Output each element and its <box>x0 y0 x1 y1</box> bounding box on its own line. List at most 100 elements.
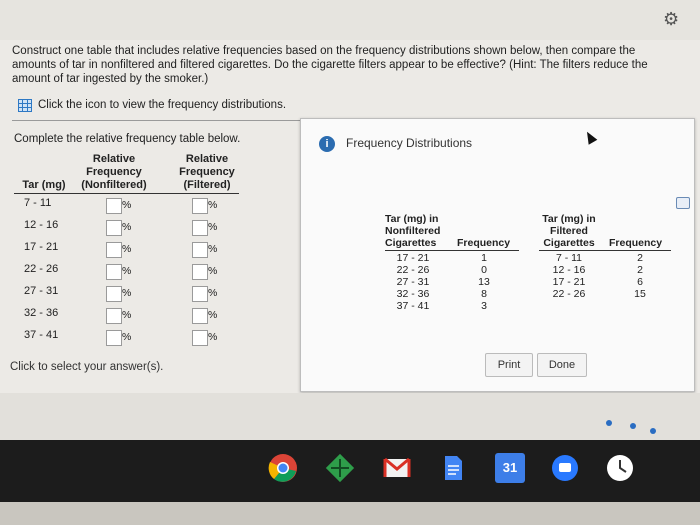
filtered-input[interactable] <box>192 286 208 302</box>
percent-sign: % <box>122 309 132 321</box>
dialog-title: Frequency Distributions <box>346 136 473 150</box>
nonfiltered-frequency: 0 <box>481 264 487 276</box>
filtered-input[interactable] <box>192 242 208 258</box>
percent-sign: % <box>122 287 132 299</box>
page-bottom-area <box>0 393 700 440</box>
clock-icon[interactable] <box>605 453 635 483</box>
nonfiltered-frequency: 3 <box>481 300 487 312</box>
table-instruction: Complete the relative frequency table be… <box>14 133 241 145</box>
view-distributions-link[interactable]: Click the icon to view the frequency dis… <box>18 98 286 112</box>
percent-sign: % <box>208 287 218 299</box>
filtered-freq-header: Frequency <box>609 237 663 249</box>
filtered-class: 12 - 16 <box>552 264 586 276</box>
nonfiltered-header-line3: (Nonfiltered) <box>81 179 147 191</box>
docs-icon[interactable] <box>438 453 468 483</box>
view-distributions-text[interactable]: Click the icon to view the frequency dis… <box>38 99 286 111</box>
filtered-class: 22 - 26 <box>552 288 586 300</box>
nonfiltered-input[interactable] <box>106 308 122 324</box>
nonfiltered-freq-header: Frequency <box>457 237 511 249</box>
percent-sign: % <box>208 243 218 255</box>
filtered-col-header-2: Filtered <box>550 225 588 237</box>
filtered-input[interactable] <box>192 264 208 280</box>
filtered-rule <box>539 250 671 251</box>
question-text: Construct one table that includes relati… <box>12 45 648 85</box>
nonfiltered-header-line1: Relative <box>92 153 136 165</box>
filtered-frequency: 2 <box>637 264 643 276</box>
header-rule <box>14 193 239 194</box>
filtered-col-header-3: Cigarettes <box>543 237 595 249</box>
tar-class: 32 - 36 <box>24 307 59 319</box>
divider <box>12 120 300 121</box>
filtered-header-line1: Relative <box>185 153 229 165</box>
tar-class: 12 - 16 <box>24 219 59 231</box>
nonfiltered-input[interactable] <box>106 264 122 280</box>
percent-sign: % <box>208 265 218 277</box>
tar-header: Tar (mg) <box>22 179 66 191</box>
screen-bezel <box>0 502 700 525</box>
nonfiltered-frequency: 13 <box>478 276 490 288</box>
nonfiltered-col-header-2: Nonfiltered <box>385 225 441 237</box>
nonfiltered-input[interactable] <box>106 198 122 214</box>
info-icon: i <box>319 136 335 152</box>
game-icon[interactable] <box>325 453 355 483</box>
gmail-icon[interactable] <box>382 453 412 483</box>
filtered-input[interactable] <box>192 198 208 214</box>
select-answer-hint: Click to select your answer(s). <box>10 361 164 373</box>
filtered-frequency: 2 <box>637 252 643 264</box>
chat-icon[interactable] <box>550 453 580 483</box>
tar-class: 17 - 21 <box>24 241 59 253</box>
table-row: 7 - 11 % % <box>14 197 254 215</box>
nonfiltered-frequency: 8 <box>481 288 487 300</box>
table-row: 32 - 36 % % <box>14 307 254 325</box>
grid-table-icon[interactable] <box>18 98 32 112</box>
gear-icon[interactable]: ⚙ <box>663 10 681 28</box>
tar-class: 22 - 26 <box>24 263 59 275</box>
nonfiltered-input[interactable] <box>106 242 122 258</box>
tar-class: 27 - 31 <box>24 285 59 297</box>
filtered-input[interactable] <box>192 220 208 236</box>
nonfiltered-class: 22 - 26 <box>396 264 430 276</box>
app-screen: ⚙ Construct one table that includes rela… <box>0 0 700 440</box>
percent-sign: % <box>122 243 132 255</box>
percent-sign: % <box>208 199 218 211</box>
nonfiltered-input[interactable] <box>106 330 122 346</box>
percent-sign: % <box>208 309 218 321</box>
table-row: 12 - 16 % % <box>14 219 254 237</box>
nonfiltered-frequency: 1 <box>481 252 487 264</box>
nonfiltered-input[interactable] <box>106 286 122 302</box>
percent-sign: % <box>208 221 218 233</box>
table-row: 37 - 41 % % <box>14 329 254 347</box>
table-row: 17 - 21 % % <box>14 241 254 259</box>
filtered-header-line3: (Filtered) <box>183 179 231 191</box>
nonfiltered-class: 37 - 41 <box>396 300 430 312</box>
nonfiltered-input[interactable] <box>106 220 122 236</box>
filtered-frequency: 15 <box>634 288 646 300</box>
table-row: 22 - 26 % % <box>14 263 254 281</box>
tar-class: 37 - 41 <box>24 329 59 341</box>
percent-sign: % <box>122 199 132 211</box>
nonfiltered-rule <box>385 250 519 251</box>
calendar-icon[interactable]: 31 <box>495 453 525 483</box>
filtered-header-line2: Frequency <box>179 166 235 178</box>
filtered-input[interactable] <box>192 308 208 324</box>
filtered-frequency: 6 <box>637 276 643 288</box>
filtered-input[interactable] <box>192 330 208 346</box>
top-bar <box>0 0 700 40</box>
maximize-icon[interactable] <box>676 197 690 209</box>
nonfiltered-header-line2: Frequency <box>86 166 142 178</box>
table-row: 27 - 31 % % <box>14 285 254 303</box>
chrome-icon[interactable] <box>268 453 298 483</box>
nonfiltered-class: 32 - 36 <box>396 288 430 300</box>
nonfiltered-col-header-1: Tar (mg) in <box>385 213 439 225</box>
print-button[interactable]: Print <box>485 353 533 377</box>
tar-class: 7 - 11 <box>24 197 52 209</box>
filtered-class: 7 - 11 <box>555 252 583 264</box>
nonfiltered-class: 17 - 21 <box>396 252 430 264</box>
percent-sign: % <box>208 331 218 343</box>
percent-sign: % <box>122 221 132 233</box>
nonfiltered-class: 27 - 31 <box>396 276 430 288</box>
filtered-class: 17 - 21 <box>552 276 586 288</box>
done-button[interactable]: Done <box>537 353 587 377</box>
percent-sign: % <box>122 331 132 343</box>
percent-sign: % <box>122 265 132 277</box>
